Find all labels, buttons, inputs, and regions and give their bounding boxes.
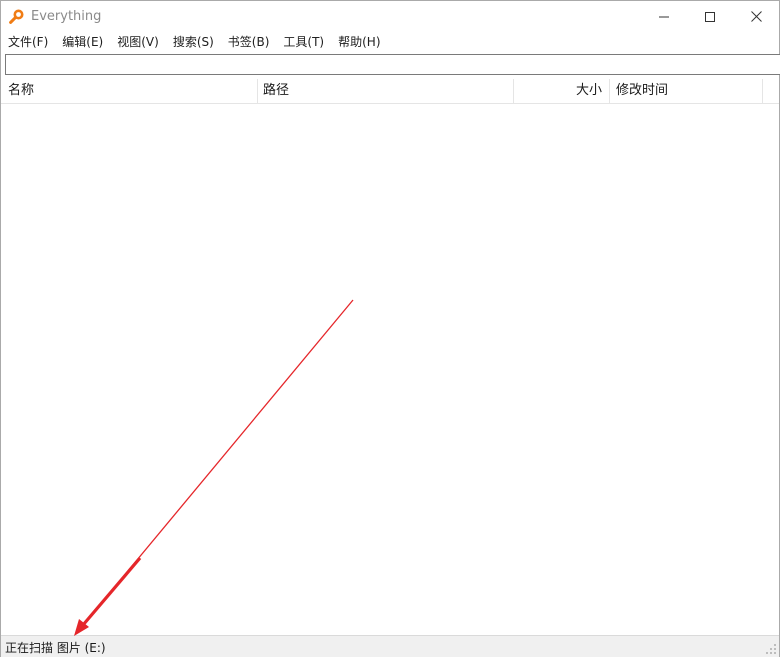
status-text: 正在扫描 图片 (E:) [5,641,106,655]
everything-window: Everything 文件(F) 编辑(E) 视图(V) 搜索(S) 书签(B)… [0,0,780,657]
column-header-name[interactable]: 名称 [1,79,258,103]
maximize-button[interactable] [687,1,733,32]
window-title: Everything [31,9,102,24]
minimize-button[interactable] [641,1,687,32]
menu-tools[interactable]: 工具(T) [276,32,331,52]
close-icon [750,11,762,22]
menu-file[interactable]: 文件(F) [1,32,55,52]
menu-search[interactable]: 搜索(S) [166,32,221,52]
column-header-modified[interactable]: 修改时间 [610,79,763,103]
menu-edit[interactable]: 编辑(E) [55,32,110,52]
everything-magnifier-icon [9,9,24,24]
column-header-size[interactable]: 大小 [514,79,610,103]
minimize-icon [659,16,669,17]
column-header-row: 名称 路径 大小 修改时间 [1,79,779,104]
menu-bar: 文件(F) 编辑(E) 视图(V) 搜索(S) 书签(B) 工具(T) 帮助(H… [1,32,779,52]
status-bar: 正在扫描 图片 (E:) [1,635,779,657]
resize-grip-icon[interactable] [766,644,777,655]
column-header-path[interactable]: 路径 [258,79,514,103]
title-bar[interactable]: Everything [1,1,779,32]
menu-help[interactable]: 帮助(H) [331,32,387,52]
menu-bookmarks[interactable]: 书签(B) [221,32,277,52]
results-list[interactable] [1,104,779,634]
menu-view[interactable]: 视图(V) [110,32,166,52]
close-button[interactable] [733,1,779,32]
search-input[interactable] [5,54,780,75]
maximize-icon [705,11,715,22]
